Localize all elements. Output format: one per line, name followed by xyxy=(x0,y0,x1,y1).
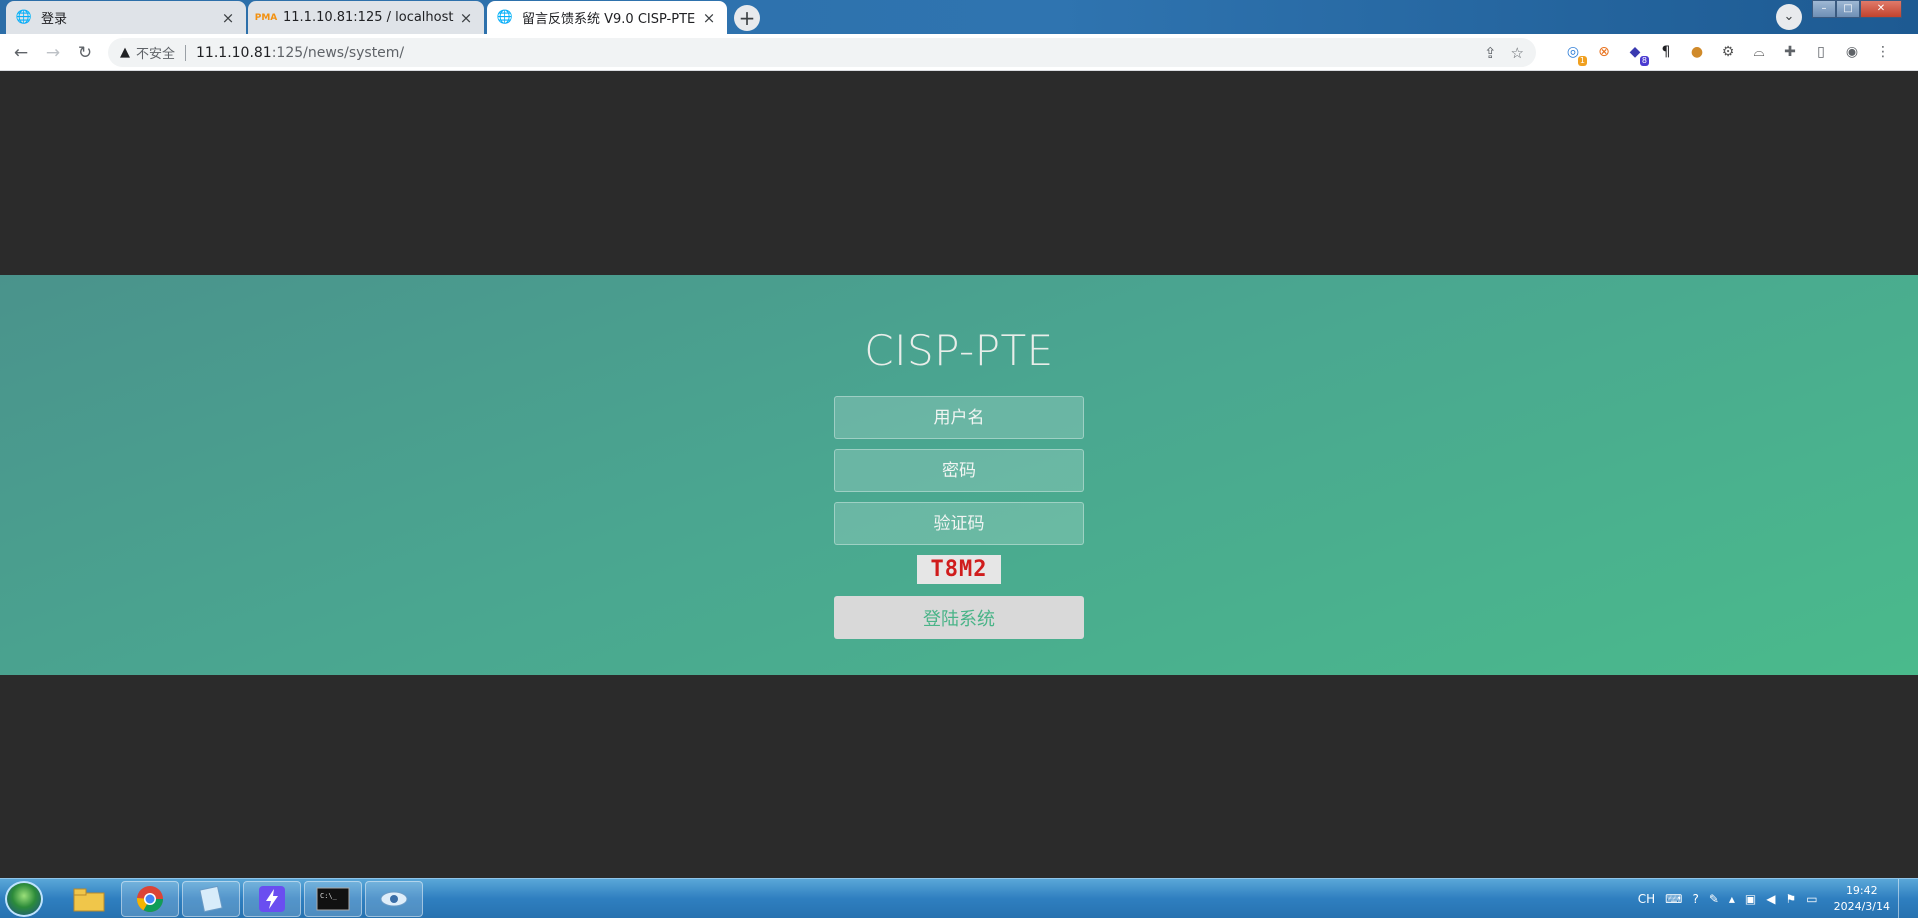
share-icon[interactable]: ⇪ xyxy=(1484,44,1497,62)
side-panel-icon[interactable]: ▯ xyxy=(1810,41,1832,63)
security-label[interactable]: 不安全 xyxy=(136,43,175,62)
divider xyxy=(185,44,187,61)
chrome-taskbar-icon[interactable] xyxy=(121,881,179,917)
phpmyadmin-icon: PMA xyxy=(254,12,278,23)
browser-toolbar: ← → ↻ ▲ 不安全 11.1.10.81 :125/news/system/… xyxy=(0,34,1918,71)
tab-login[interactable]: 🌐 登录 × xyxy=(6,1,246,34)
url-path[interactable]: :125/news/system/ xyxy=(272,45,404,61)
tab-label: 留言反馈系统 V9.0 CISP-PTE xyxy=(522,12,696,27)
globe-icon: 🌐 xyxy=(15,10,33,25)
new-tab-button[interactable]: + xyxy=(734,5,760,31)
reload-icon[interactable]: ↻ xyxy=(73,41,97,65)
explorer-taskbar-icon[interactable] xyxy=(60,881,118,917)
close-icon[interactable]: × xyxy=(458,9,474,27)
browser-tab-strip: 🌐 登录 × PMA 11.1.10.81:125 / localhost | … xyxy=(0,0,1918,34)
page-title: CISP-PTE xyxy=(864,326,1054,375)
help-icon[interactable]: ? xyxy=(1692,892,1698,906)
lightning-app-taskbar-icon[interactable] xyxy=(243,881,301,917)
extension-graduation-icon[interactable]: ◆ 8 xyxy=(1624,41,1649,66)
volume-icon[interactable]: ◀ xyxy=(1766,892,1775,906)
tab-label: 登录 xyxy=(41,12,68,27)
show-hidden-icons-icon[interactable]: ▴ xyxy=(1729,892,1735,906)
extension-block-icon[interactable]: ⊗ xyxy=(1593,41,1615,63)
action-center-icon[interactable]: ⚑ xyxy=(1785,892,1796,906)
notepad-taskbar-icon[interactable] xyxy=(182,881,240,917)
keyboard-icon[interactable]: ⌨ xyxy=(1665,892,1682,906)
tab-phpmyadmin[interactable]: PMA 11.1.10.81:125 / localhost | ph × xyxy=(248,1,484,34)
terminal-taskbar-icon[interactable]: C:\_ xyxy=(304,881,362,917)
window-close-icon[interactable]: ✕ xyxy=(1860,0,1902,18)
ime-icon[interactable]: ✎ xyxy=(1709,892,1719,906)
extension-shield-icon[interactable]: ⚙ xyxy=(1717,41,1739,63)
extensions-puzzle-icon[interactable]: ✚ xyxy=(1779,41,1801,63)
close-icon[interactable]: × xyxy=(701,9,717,27)
bookmark-star-icon[interactable]: ☆ xyxy=(1511,44,1524,62)
tab-label: 11.1.10.81:125 / localhost | ph xyxy=(283,10,458,25)
forward-icon[interactable]: → xyxy=(41,41,65,65)
extension-cookie-icon[interactable]: ● xyxy=(1686,41,1708,63)
maximize-icon[interactable]: □ xyxy=(1836,0,1860,18)
profile-avatar-icon[interactable]: ◉ xyxy=(1841,41,1863,63)
close-icon[interactable]: × xyxy=(220,9,236,27)
captcha-image[interactable]: T8M2 xyxy=(917,555,1001,584)
login-button[interactable]: 登陆系统 xyxy=(834,596,1084,639)
extension-pilcrow-icon[interactable]: ¶ xyxy=(1655,41,1677,63)
password-field[interactable] xyxy=(834,449,1084,492)
language-indicator[interactable]: CH xyxy=(1638,892,1655,906)
back-icon[interactable]: ← xyxy=(9,41,33,65)
show-desktop-button[interactable] xyxy=(1898,879,1908,918)
extensions-bar: ◎ 1 ⊗ ◆ 8 ¶ ● ⚙ ⌓ ✚ ▯ ◉ ⋮ xyxy=(1562,41,1894,66)
browser-menu-icon[interactable]: ⋮ xyxy=(1872,41,1894,63)
os-taskbar: C:\_ CH ⌨ ? ✎ ▴ ▣ ◀ ⚑ ▭ 19:42 2024/3/14 xyxy=(0,878,1918,918)
clock[interactable]: 19:42 2024/3/14 xyxy=(1834,883,1890,915)
warning-icon[interactable]: ▲ xyxy=(120,45,130,60)
clock-date: 2024/3/14 xyxy=(1833,900,1890,913)
eye-app-taskbar-icon[interactable] xyxy=(365,881,423,917)
svg-text:C:\_: C:\_ xyxy=(320,892,338,900)
tab-feedback-system[interactable]: 🌐 留言反馈系统 V9.0 CISP-PTE × xyxy=(487,1,727,34)
minimize-icon[interactable]: – xyxy=(1812,0,1836,18)
globe-icon: 🌐 xyxy=(496,10,514,25)
clock-time: 19:42 xyxy=(1845,884,1878,897)
display-icon[interactable]: ▭ xyxy=(1806,892,1817,906)
extension-hat-icon[interactable]: ⌓ xyxy=(1748,41,1770,63)
start-button[interactable] xyxy=(5,881,43,917)
window-controls: – □ ✕ xyxy=(1812,0,1902,18)
system-tray: CH ⌨ ? ✎ ▴ ▣ ◀ ⚑ ▭ 19:42 2024/3/14 xyxy=(1638,879,1908,918)
login-panel: CISP-PTE T8M2 登陆系统 xyxy=(0,275,1918,675)
omnibox-actions: ⇪ ☆ xyxy=(1484,44,1524,62)
tab-search-icon[interactable]: ⌄ xyxy=(1776,4,1802,30)
extension-search-icon[interactable]: ◎ 1 xyxy=(1562,41,1587,66)
username-field[interactable] xyxy=(834,396,1084,439)
captcha-field[interactable] xyxy=(834,502,1084,545)
network-icon[interactable]: ▣ xyxy=(1745,892,1756,906)
url-host[interactable]: 11.1.10.81 xyxy=(196,45,272,61)
address-bar[interactable]: ▲ 不安全 11.1.10.81 :125/news/system/ ⇪ ☆ xyxy=(108,38,1536,67)
